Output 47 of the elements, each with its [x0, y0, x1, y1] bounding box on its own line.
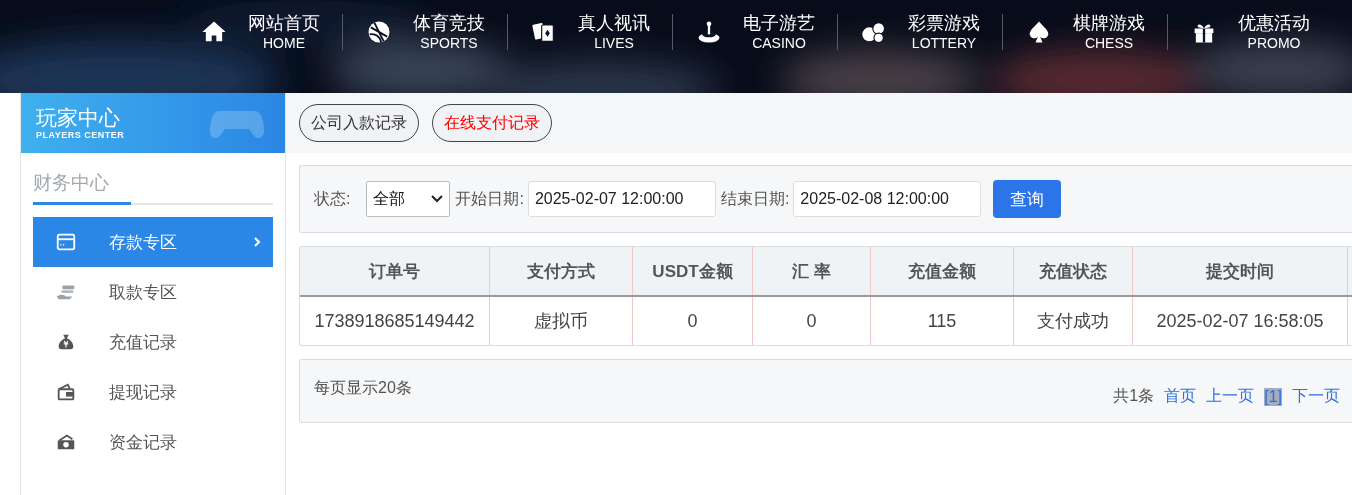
total-count: 共1条: [1113, 386, 1155, 406]
end-date-field[interactable]: 2025-02-08 12:00:00: [793, 181, 982, 217]
table-cell: 虚拟币: [490, 297, 633, 345]
wallet-icon: [55, 381, 77, 403]
nav-link[interactable]: 彩票游戏 LOTTERY: [838, 12, 1002, 52]
column-header: 汇 率: [753, 247, 871, 295]
column-header: 提交时间: [1133, 247, 1348, 295]
table-cell: 115: [871, 297, 1014, 345]
chevron-icon: [253, 236, 261, 248]
table-cell: 支付成功: [1014, 297, 1133, 345]
nav-link[interactable]: 优惠活动 PROMO: [1168, 12, 1332, 52]
table-cell: 0: [753, 297, 871, 345]
column-header: 充值金额: [871, 247, 1014, 295]
sidebar-item[interactable]: 取款专区: [33, 267, 273, 317]
table-cell: 2025-02-07 16:58:05: [1133, 297, 1348, 345]
page-link[interactable]: 下一页: [1292, 386, 1340, 407]
nav-link[interactable]: 电子游艺 CASINO: [673, 12, 837, 52]
nav-link[interactable]: 真人视讯 LIVES: [508, 12, 672, 52]
field-label: 结束日期:: [720, 188, 790, 209]
field-label: 状态:: [314, 188, 351, 209]
section-title: 财务中心: [33, 169, 131, 205]
caret-icon: [431, 195, 444, 203]
column-header: 订单号: [300, 247, 490, 295]
per-page-text: 每页显示20条: [314, 378, 412, 398]
card-icon: [55, 231, 77, 253]
status-select[interactable]: 全部: [366, 181, 451, 217]
tab[interactable]: 在线支付记录: [432, 104, 552, 142]
page-link[interactable]: 上一页: [1206, 386, 1255, 407]
sidebar-item[interactable]: 提现记录: [33, 367, 273, 417]
sidebar-item[interactable]: 充值记录: [33, 317, 273, 367]
nav-link[interactable]: 棋牌游戏 CHESS: [1003, 12, 1167, 52]
query-button[interactable]: 查询: [993, 180, 1062, 218]
tab[interactable]: 公司入款记录: [299, 104, 419, 142]
panel-subtitle: PLAYERS CENTER: [36, 130, 125, 140]
nav-link[interactable]: 体育竞技 SPORTS: [343, 12, 507, 52]
panel-title: 玩家中心: [36, 106, 120, 130]
start-date-field[interactable]: 2025-02-07 12:00:00: [527, 181, 716, 217]
column-header: 充值状态: [1014, 247, 1133, 295]
table-cell: 1738918685149442: [300, 297, 490, 345]
sidebar-item[interactable]: 资金记录: [33, 417, 273, 467]
field-label: 开始日期:: [455, 188, 524, 209]
page-link[interactable]: 首页: [1164, 386, 1197, 407]
column-header: 支付方式: [490, 247, 633, 295]
sidebar-item[interactable]: 存款专区: [33, 217, 273, 267]
column-header: USDT金额: [633, 247, 753, 295]
nav-link[interactable]: 网站首页 HOME: [178, 12, 342, 52]
table-cell: 0: [633, 297, 753, 345]
